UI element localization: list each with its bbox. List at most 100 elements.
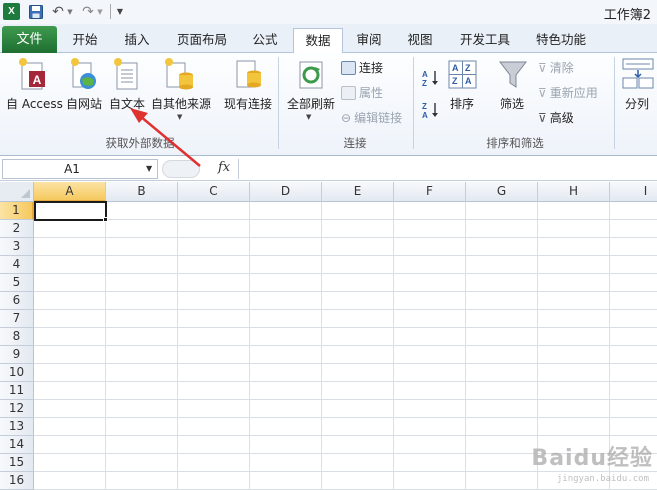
svg-text:Z: Z	[465, 63, 471, 73]
column-header-g[interactable]: G	[466, 182, 538, 202]
reapply-icon: ⊽	[538, 85, 547, 100]
row-header-13[interactable]: 13	[0, 418, 34, 436]
column-header-e[interactable]: E	[322, 182, 394, 202]
column-header-f[interactable]: F	[394, 182, 466, 202]
tab-data[interactable]: 数据	[293, 28, 343, 54]
svg-text:Z: Z	[452, 76, 458, 86]
advanced-filter-button[interactable]: ⊽ 高级	[538, 109, 574, 126]
clear-filter-button[interactable]: ⊽ 清除	[538, 59, 574, 76]
reapply-label: 重新应用	[549, 86, 598, 100]
baidu-watermark: Baidu经验	[531, 446, 653, 471]
filter-funnel-icon	[498, 61, 528, 88]
title-bar: X ↶ ▼ ↷ ▼ ▼ 工作簿2	[0, 0, 657, 24]
formula-bar-resize-handle[interactable]	[162, 160, 200, 178]
row-header-1[interactable]: 1	[0, 202, 34, 220]
row-header-3[interactable]: 3	[0, 238, 34, 256]
group-label-get-external-data: 获取外部数据	[105, 136, 175, 150]
edit-links-label: 编辑链接	[354, 111, 403, 125]
row-header-15[interactable]: 15	[0, 454, 34, 472]
name-box-dropdown-icon[interactable]: ▼	[146, 164, 152, 173]
row-header-11[interactable]: 11	[0, 382, 34, 400]
row-header-9[interactable]: 9	[0, 346, 34, 364]
connections-label: 连接	[359, 61, 384, 75]
active-cell[interactable]	[34, 201, 107, 221]
svg-text:Z: Z	[422, 79, 427, 87]
refresh-all-icon	[299, 61, 323, 89]
svg-text:A: A	[452, 63, 459, 73]
tab-home[interactable]: 开始	[62, 28, 108, 53]
column-header-i[interactable]: I	[610, 182, 657, 202]
column-header-d[interactable]: D	[250, 182, 322, 202]
chain-link-icon: ⊖	[341, 110, 352, 125]
formula-bar: A1 ▼ fx	[0, 157, 657, 181]
tab-page-layout[interactable]: 页面布局	[168, 28, 236, 53]
properties-icon	[341, 85, 356, 100]
sort-dialog-icon: A Z Z A	[448, 60, 477, 89]
advanced-filter-icon: ⊽	[538, 110, 547, 125]
from-access-label: 自 Access	[6, 97, 63, 111]
group-separator	[614, 57, 615, 149]
customize-qat-icon[interactable]: ▼	[115, 3, 125, 20]
row-header-8[interactable]: 8	[0, 328, 34, 346]
column-header-h[interactable]: H	[538, 182, 610, 202]
sort-a-to-z-icon: A Z	[422, 70, 438, 87]
name-box[interactable]: A1	[2, 159, 158, 179]
tab-developer[interactable]: 开发工具	[452, 28, 518, 53]
reapply-button[interactable]: ⊽ 重新应用	[538, 84, 598, 101]
row-header-10[interactable]: 10	[0, 364, 34, 382]
svg-text:A: A	[422, 111, 428, 119]
row-header-7[interactable]: 7	[0, 310, 34, 328]
row-header-12[interactable]: 12	[0, 400, 34, 418]
row-header-2[interactable]: 2	[0, 220, 34, 238]
redo-dropdown-icon[interactable]: ▼	[96, 3, 104, 20]
connections-icon	[341, 60, 356, 75]
row-header-14[interactable]: 14	[0, 436, 34, 454]
group-label-sort-filter: 排序和筛选	[486, 136, 544, 150]
chevron-down-icon: ▼	[177, 113, 183, 121]
group-separator	[278, 57, 279, 149]
tab-special-features[interactable]: 特色功能	[526, 28, 596, 53]
group-separator	[413, 57, 414, 149]
row-header-16[interactable]: 16	[0, 472, 34, 490]
text-to-columns-icon	[622, 58, 654, 89]
filter-label: 筛选	[500, 97, 525, 111]
column-header-b[interactable]: B	[106, 182, 178, 202]
svg-text:A: A	[33, 73, 42, 87]
row-header-5[interactable]: 5	[0, 274, 34, 292]
tab-formulas[interactable]: 公式	[244, 28, 286, 53]
edit-links-button[interactable]: ⊖ 编辑链接	[341, 109, 402, 126]
qat-separator	[110, 4, 111, 19]
ribbon-data: A 自 Access 自网站 自文本 自其他来源 ▼ 现有连接 获取外部数据 全…	[0, 53, 657, 156]
tab-review[interactable]: 审阅	[348, 28, 390, 53]
existing-connections-icon	[236, 60, 261, 88]
svg-text:A: A	[465, 76, 472, 86]
other-sources-icon	[165, 58, 193, 90]
select-all-corner[interactable]	[0, 182, 34, 202]
tab-file[interactable]: 文件	[2, 26, 57, 53]
chevron-down-icon: ▼	[306, 113, 312, 121]
undo-dropdown-icon[interactable]: ▼	[66, 3, 74, 20]
group-label-connections: 连接	[343, 136, 367, 150]
column-header-c[interactable]: C	[178, 182, 250, 202]
tab-insert[interactable]: 插入	[114, 28, 160, 53]
row-header-6[interactable]: 6	[0, 292, 34, 310]
text-file-icon	[114, 58, 138, 90]
excel-app-icon[interactable]: X	[3, 3, 20, 20]
baidu-watermark-url: jingyan.baidu.com	[556, 474, 649, 484]
formula-input[interactable]	[238, 159, 655, 179]
row-header-4[interactable]: 4	[0, 256, 34, 274]
connections-button[interactable]: 连接	[341, 59, 383, 76]
undo-icon[interactable]: ↶	[50, 3, 66, 20]
save-icon[interactable]	[28, 3, 44, 20]
tab-view[interactable]: 视图	[398, 28, 442, 53]
fill-handle[interactable]	[103, 217, 108, 222]
redo-icon[interactable]: ↷	[80, 3, 96, 20]
ribbon-tabs: 文件 开始 插入 页面布局 公式 数据 审阅 视图 开发工具 特色功能	[0, 24, 657, 54]
existing-connections-label: 现有连接	[224, 97, 273, 111]
column-header-a[interactable]: A	[34, 182, 106, 202]
clear-label: 清除	[549, 61, 574, 75]
sort-z-to-a-icon: Z A	[422, 102, 438, 119]
properties-button[interactable]: 属性	[341, 84, 383, 101]
insert-function-icon[interactable]: fx	[218, 160, 230, 175]
from-web-label: 自网站	[66, 97, 103, 111]
